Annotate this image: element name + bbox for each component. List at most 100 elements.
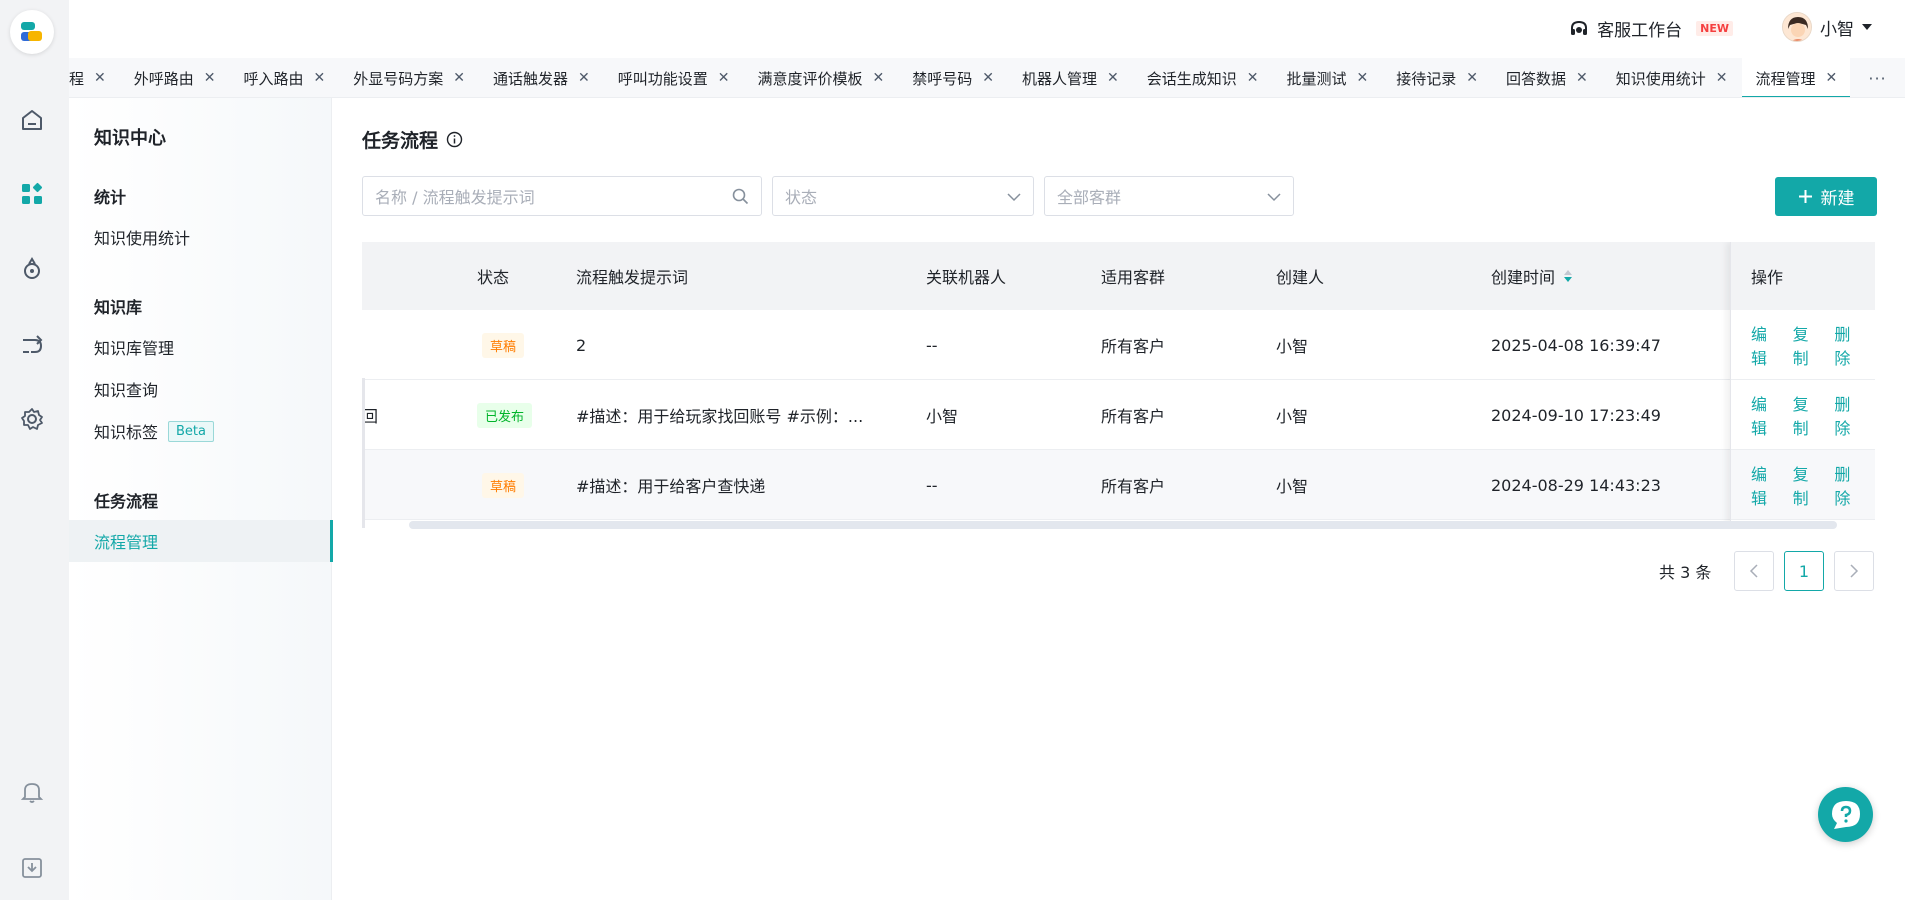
user-menu[interactable]: 小智 <box>1782 12 1872 42</box>
routing-icon[interactable] <box>16 330 48 362</box>
menu-item-label: 知识使用统计 <box>94 229 191 248</box>
tab-label: 回答数据 <box>1506 69 1567 88</box>
side-menu: 知识中心 统计 知识使用统计 知识库 知识库管理 知识查询 知识标签 Beta … <box>69 98 333 900</box>
copy-button[interactable]: 复制 <box>1793 461 1823 509</box>
tab-item[interactable]: 回答数据 ✕ <box>1492 58 1602 97</box>
tab-label: 禁呼号码 <box>912 69 973 88</box>
new-flow-button[interactable]: 新建 <box>1775 177 1877 216</box>
close-icon[interactable]: ✕ <box>1576 70 1588 86</box>
app-logo[interactable] <box>10 10 54 54</box>
column-header-creator: 创建人 <box>1276 268 1325 287</box>
menu-item-label: 知识查询 <box>94 381 159 400</box>
tabs-more-button[interactable]: ··· <box>1850 58 1905 97</box>
settings-icon[interactable] <box>16 403 48 435</box>
menu-item-knowledge-base-management[interactable]: 知识库管理 <box>69 326 332 368</box>
close-icon[interactable]: ✕ <box>1716 70 1728 86</box>
close-icon[interactable]: ✕ <box>873 70 885 86</box>
service-workbench-link[interactable]: 客服工作台 NEW <box>1569 16 1733 41</box>
delete-button[interactable]: 删除 <box>1834 321 1864 369</box>
close-icon[interactable]: ✕ <box>718 70 730 86</box>
tab-label: 知识使用统计 <box>1615 69 1706 88</box>
tab-item[interactable]: 外显号码方案 ✕ <box>339 58 479 97</box>
tab-item[interactable]: 流程管理 ✕ <box>1741 58 1852 97</box>
next-page-button[interactable] <box>1834 551 1874 591</box>
notification-bell-icon[interactable] <box>16 776 48 808</box>
tab-item[interactable]: 机器人管理 ✕ <box>1008 58 1133 97</box>
chevron-right-icon <box>1850 564 1859 578</box>
cell-robot: -- <box>926 475 938 495</box>
edit-button[interactable]: 编辑 <box>1751 391 1781 439</box>
close-icon[interactable]: ✕ <box>453 70 465 86</box>
tab-item[interactable]: 呼叫功能设置 ✕ <box>604 58 744 97</box>
table-horizontal-scrollbar[interactable] <box>409 521 1837 529</box>
menu-item-label: 知识库管理 <box>94 339 175 358</box>
close-icon[interactable]: ✕ <box>1357 70 1369 86</box>
table-row: 回 已发布 #描述：用于给玩家找回账号 #示例：... 小智 所有客户 小智 2… <box>362 380 1875 450</box>
top-bar: 客服工作台 NEW 小智 <box>69 0 1905 58</box>
cell-created-time: 2024-09-10 17:23:49 <box>1491 405 1661 425</box>
column-header-actions: 操作 <box>1731 242 1875 310</box>
tab-label: 流程管理 <box>1755 69 1816 88</box>
close-icon[interactable]: ✕ <box>1247 70 1259 86</box>
row-actions: 编辑 复制 删除 <box>1731 380 1875 450</box>
table-row: 草稿 2 -- 所有客户 小智 2025-04-08 16:39:47 <box>362 310 1875 380</box>
apps-icon[interactable] <box>16 178 48 210</box>
tab-item[interactable]: 知识使用统计 ✕ <box>1602 58 1742 97</box>
chevron-down-icon <box>1267 188 1281 209</box>
search-placeholder: 名称 / 流程触发提示词 <box>375 188 535 207</box>
menu-item-knowledge-usage-stats[interactable]: 知识使用统计 <box>69 216 332 258</box>
edit-button[interactable]: 编辑 <box>1751 461 1781 509</box>
tab-item[interactable]: 批量测试 ✕ <box>1273 58 1383 97</box>
avatar <box>1782 12 1812 42</box>
cell-creator: 小智 <box>1276 477 1309 496</box>
close-icon[interactable]: ✕ <box>1826 70 1838 86</box>
close-icon[interactable]: ✕ <box>314 70 326 86</box>
tab-item[interactable]: 接待记录 ✕ <box>1382 58 1492 97</box>
tab-label: 程 <box>69 69 85 88</box>
menu-item-flow-management[interactable]: 流程管理 <box>69 520 333 562</box>
beta-badge: Beta <box>168 420 214 442</box>
column-header-trigger: 流程触发提示词 <box>576 268 689 287</box>
prev-page-button[interactable] <box>1734 551 1774 591</box>
close-icon[interactable]: ✕ <box>1466 70 1478 86</box>
tab-item[interactable]: 满意度评价模板 ✕ <box>744 58 899 97</box>
close-icon[interactable]: ✕ <box>94 70 106 86</box>
cell-customer-group: 所有客户 <box>1101 477 1166 496</box>
search-input[interactable]: 名称 / 流程触发提示词 <box>362 176 762 216</box>
delete-button[interactable]: 删除 <box>1834 391 1864 439</box>
caret-down-icon <box>1862 24 1872 30</box>
tab-item[interactable]: 程 ✕ <box>69 58 120 97</box>
close-icon[interactable]: ✕ <box>578 70 590 86</box>
workbench-label: 客服工作台 <box>1597 21 1683 41</box>
column-header-created-time[interactable]: 创建时间 <box>1491 242 1573 310</box>
info-icon[interactable] <box>446 131 463 148</box>
menu-item-knowledge-tags[interactable]: 知识标签 Beta <box>69 410 332 452</box>
cell-created-time: 2024-08-29 14:43:23 <box>1491 475 1661 495</box>
copy-button[interactable]: 复制 <box>1793 391 1823 439</box>
delete-button[interactable]: 删除 <box>1834 461 1864 509</box>
new-button-label: 新建 <box>1820 189 1855 209</box>
sort-icon[interactable] <box>1563 268 1573 284</box>
tab-item[interactable]: 外呼路由 ✕ <box>120 58 230 97</box>
home-icon[interactable] <box>16 104 48 136</box>
page-button-current[interactable]: 1 <box>1784 551 1824 591</box>
tab-item[interactable]: 禁呼号码 ✕ <box>898 58 1008 97</box>
status-select[interactable]: 状态 <box>772 176 1034 216</box>
download-icon[interactable] <box>16 852 48 884</box>
close-icon[interactable]: ✕ <box>982 70 994 86</box>
cell-trigger: #描述：用于给玩家找回账号 #示例：... <box>576 407 864 426</box>
copy-button[interactable]: 复制 <box>1793 321 1823 369</box>
tab-item[interactable]: 通话触发器 ✕ <box>479 58 604 97</box>
tab-item[interactable]: 呼入路由 ✕ <box>230 58 340 97</box>
tab-item[interactable]: 会话生成知识 ✕ <box>1133 58 1273 97</box>
cell-creator: 小智 <box>1276 407 1309 426</box>
bot-icon[interactable] <box>16 253 48 285</box>
tab-label: 外呼路由 <box>133 69 194 88</box>
edit-button[interactable]: 编辑 <box>1751 321 1781 369</box>
close-icon[interactable]: ✕ <box>1107 70 1119 86</box>
close-icon[interactable]: ✕ <box>204 70 216 86</box>
menu-item-knowledge-query[interactable]: 知识查询 <box>69 368 332 410</box>
tab-label: 外显号码方案 <box>353 69 444 88</box>
customer-group-select[interactable]: 全部客群 <box>1044 176 1294 216</box>
help-button[interactable] <box>1818 787 1873 842</box>
